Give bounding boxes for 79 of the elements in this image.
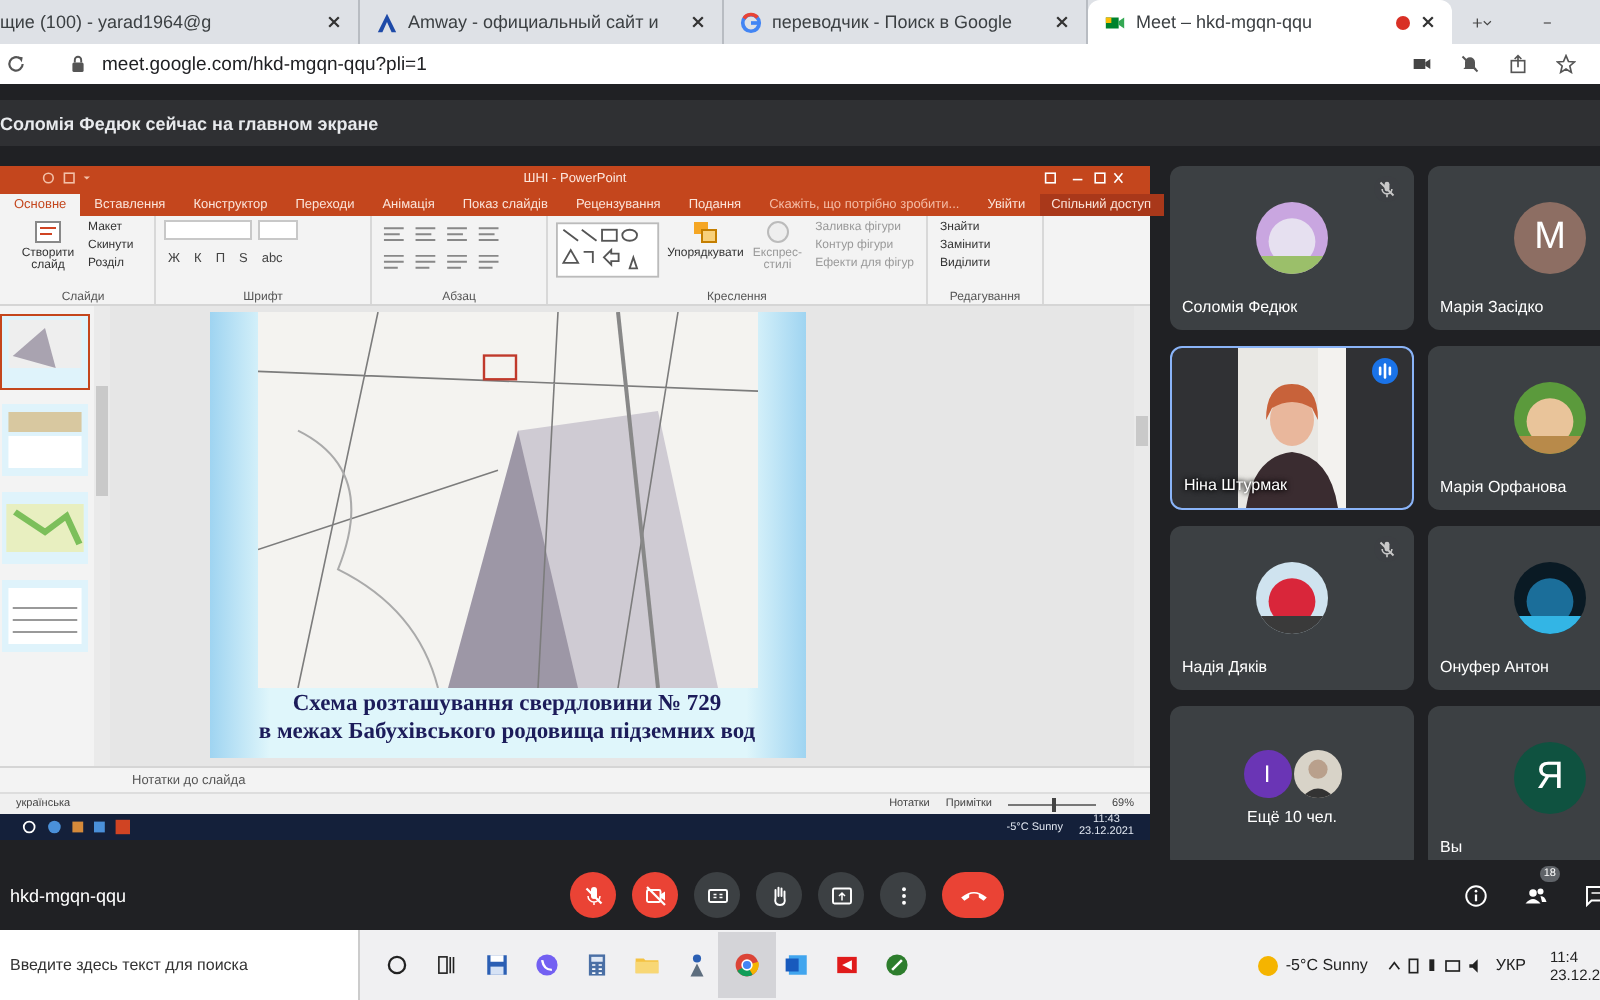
microphone-button[interactable] [570,872,616,918]
keyboard-language[interactable]: УКР [1495,956,1526,974]
present-button[interactable] [818,872,864,918]
slide-thumbnail[interactable] [0,402,90,478]
participant-tile[interactable]: Марія Орфанова [1428,346,1600,510]
search-field[interactable]: Введите здесь текст для поиска [0,930,360,1000]
chrome-taskbar-button[interactable] [718,932,776,998]
pen-icon [763,220,792,244]
camera-button[interactable] [632,872,678,918]
calculator-icon[interactable] [584,952,610,978]
lock-icon[interactable] [70,54,86,74]
close-icon[interactable] [1054,14,1070,30]
info-icon[interactable] [1464,883,1488,907]
captions-button[interactable] [694,872,740,918]
phone-bubble-icon[interactable] [534,952,560,978]
scrollbar[interactable] [94,306,110,766]
letter-avatar: Я [1514,742,1586,814]
participant-tile[interactable]: Соломія Федюк [1170,166,1414,330]
meeting-code: hkd-mgqn-qqu [10,885,129,905]
shapes-gallery-icon[interactable] [556,220,660,280]
bell-off-icon[interactable] [1460,54,1480,74]
camera-off-icon [643,883,667,907]
font-name-field[interactable] [164,220,252,240]
end-call-button[interactable] [942,872,1004,918]
raise-hand-button[interactable] [756,872,802,918]
participant-name: Соломія Федюк [1182,298,1298,316]
tab-title: щие (100) - yarad1964@g [0,12,214,32]
participant-name: Ещё 10 чел. [1245,808,1339,826]
browser-tab[interactable]: Meet – hkd-mgqn-qqu [1088,0,1452,44]
slide-thumbnail[interactable] [0,314,90,390]
sun-icon [1257,955,1278,975]
captions-icon [705,883,729,907]
address-field[interactable]: meet.google.com/hkd-mgqn-qqu?pli=1 [102,53,427,75]
pen-circle-icon[interactable] [884,952,910,978]
font-size-field[interactable] [258,220,298,240]
participant-tile[interactable]: Онуфер Антон [1428,526,1600,690]
circle-icon[interactable] [384,952,410,978]
letter-avatar: I [1243,750,1291,798]
participant-tile[interactable]: Я Вы [1428,706,1600,860]
close-icon[interactable] [690,14,706,30]
presenter-message: Соломія Федюк сейчас на главном экране [0,113,379,133]
close-icon[interactable] [326,14,342,30]
participant-tile[interactable]: I Ещё 10 чел. [1170,706,1414,860]
tab-title: Amway - официальный сайт и [408,12,661,32]
participant-tile[interactable]: M Марія Засідко [1428,166,1600,330]
participant-name: Марія Засідко [1440,298,1544,316]
close-icon[interactable] [1420,14,1436,30]
slide-icon [34,220,62,244]
google-icon [740,11,762,33]
camera-icon[interactable] [1412,54,1432,74]
slide-thumbnail[interactable] [0,578,90,654]
tab-title: Meet – hkd-mgqn-qqu [1136,12,1315,32]
letter-a-icon [376,11,398,33]
participant-name: Вы [1440,838,1463,856]
tab-title: переводчик - Поиск в Google [772,12,1015,32]
arrange-icon [691,220,720,244]
scrollbar[interactable] [1134,306,1150,766]
participant-name: Марія Орфанова [1440,478,1567,496]
chrome-icon [734,952,760,978]
star-icon[interactable] [1556,54,1576,74]
speaking-icon [1372,358,1398,384]
present-icon [829,883,853,907]
zoom-slider-thumb[interactable] [1051,797,1056,811]
share-icon[interactable] [1508,54,1528,74]
letter-avatar: M [1514,202,1586,274]
mic-off-icon [581,883,605,907]
slide-title: Схема розташування свердловини № 729 [292,692,722,720]
slide-title: в межах Бабухівського родовища підземних вод [258,719,756,748]
media-app-icon[interactable] [834,952,860,978]
people-icon[interactable] [1524,883,1548,907]
weather-label: -5°C Sunny [1285,956,1368,974]
more-options-button[interactable] [880,872,926,918]
task-view-icon[interactable] [434,952,460,978]
word-icon[interactable] [784,952,810,978]
participant-tile[interactable]: Надія Дяків [1170,526,1414,690]
participant-name: Онуфер Антон [1440,658,1549,676]
slide-thumbnail[interactable] [0,490,90,566]
reload-icon[interactable] [6,54,26,74]
participant-name: Надія Дяків [1182,658,1268,676]
